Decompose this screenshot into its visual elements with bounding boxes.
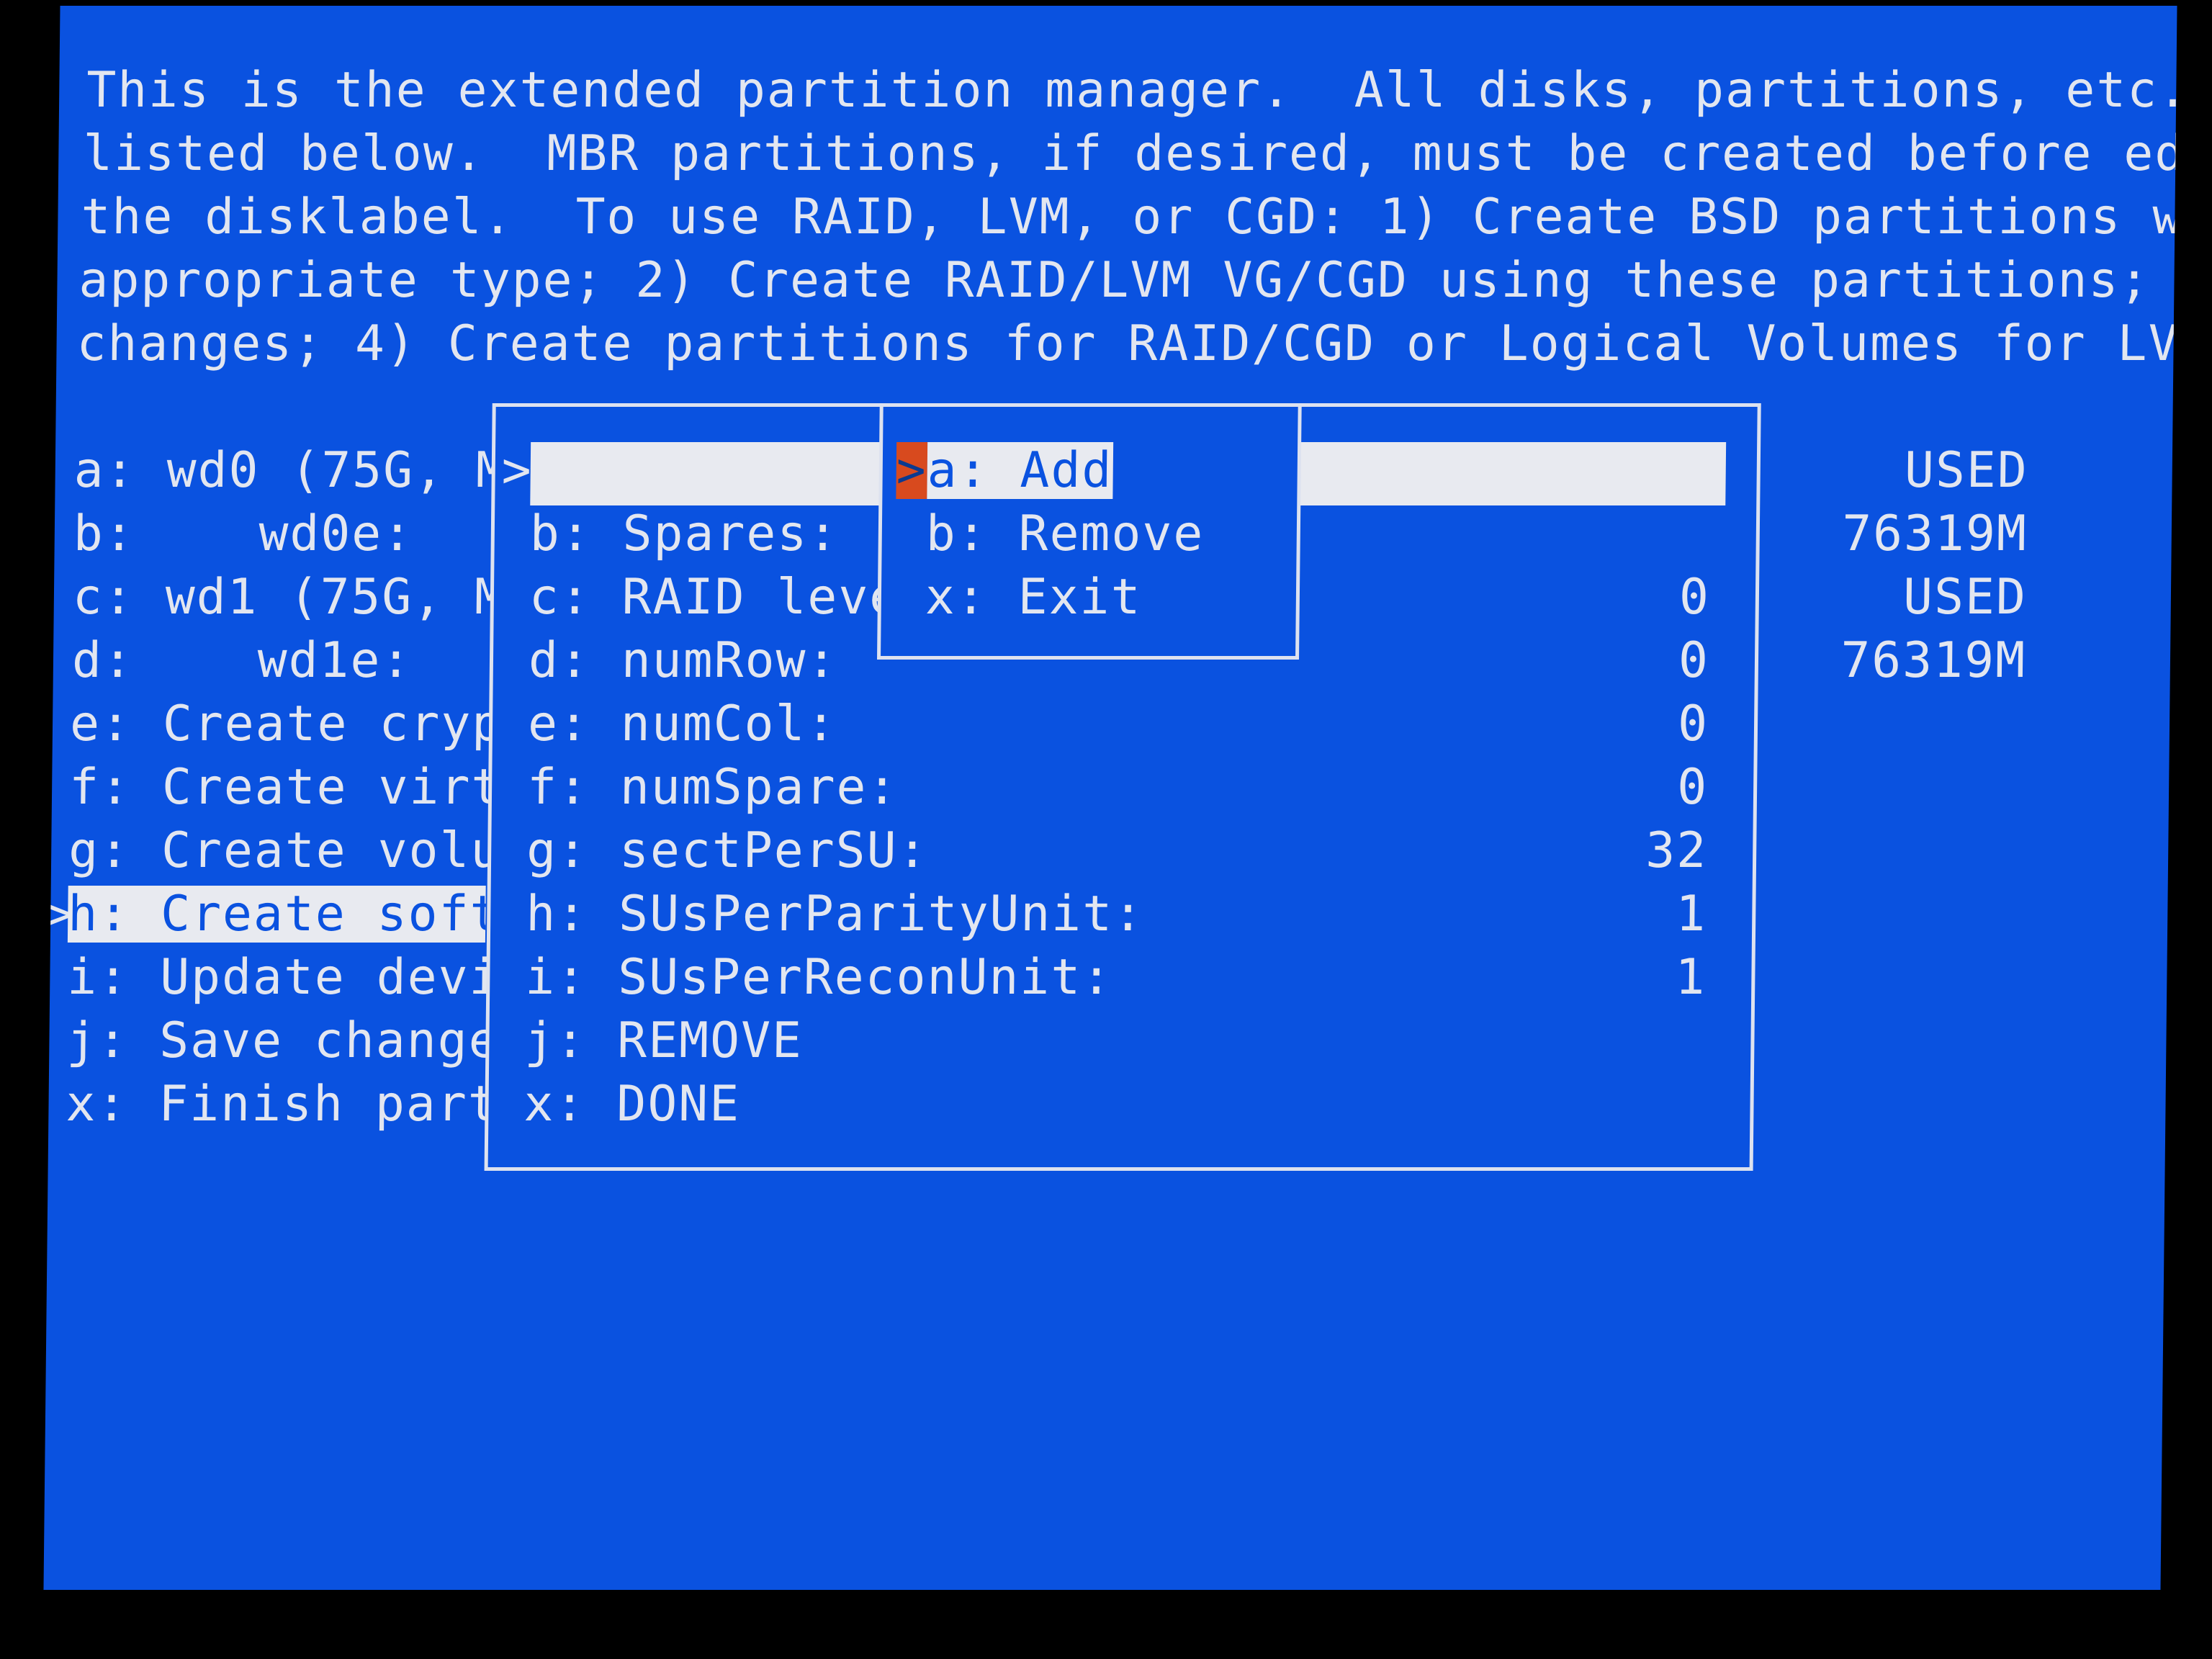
raid-item-susperreconunit[interactable]: i: SUsPerReconUnit: [525, 949, 1113, 1006]
raid-item-numcol[interactable]: e: numCol: [528, 696, 837, 752]
sectpersu-value: 32 [1645, 822, 1708, 879]
menu-item-e[interactable]: e: Create crypt [70, 696, 534, 752]
raid-item-sectpersu[interactable]: g: sectPerSU: [526, 822, 929, 879]
menu-item-b[interactable]: b: wd0e: [73, 505, 413, 562]
menu-item-j[interactable]: j: Save changes [66, 1012, 531, 1069]
raid-menu-cursor-icon: > [501, 442, 532, 499]
installer-screen: This is the extended partition manager. … [43, 6, 2177, 1590]
intro-line-3: the disklabel. To use RAID, LVM, or CGD:… [81, 189, 2177, 246]
raid-item-numrow[interactable]: d: numRow: [529, 632, 838, 689]
raid-item-raid-level[interactable]: c: RAID level [529, 569, 932, 626]
menu-item-a[interactable]: a: wd0 (75G, Ma [73, 442, 538, 499]
raid-item-numspare[interactable]: f: numSpare: [527, 759, 899, 816]
menu-item-c[interactable]: c: wd1 (75G, Ma [73, 569, 537, 626]
susperparityunit-value: 1 [1675, 886, 1707, 943]
raid-level-value: 0 [1678, 569, 1711, 626]
disk-submenu-cursor-icon: > [896, 442, 928, 499]
intro-line-2: listed below. MBR partitions, if desired… [82, 125, 2177, 182]
status-used-wd0: USED [1904, 442, 2029, 499]
numrow-value: 0 [1678, 632, 1710, 689]
menu-item-i[interactable]: i: Update devic [67, 949, 531, 1006]
disk-item-remove[interactable]: b: Remove [925, 505, 1204, 562]
menu-item-g[interactable]: g: Create volum [68, 822, 533, 879]
size-wd0e: 76319M [1841, 505, 2028, 562]
numcol-value: 0 [1677, 696, 1709, 752]
intro-line-4: appropriate type; 2) Create RAID/LVM VG/… [78, 252, 2177, 309]
raid-item-suspserparityunit[interactable]: h: SUsPerParityUnit: [526, 886, 1145, 943]
disk-item-add-selected[interactable]: >a: Add [896, 442, 1113, 499]
raid-item-spares[interactable]: b: Spares: [529, 505, 839, 562]
intro-line-1: This is the extended partition manager. … [86, 62, 2177, 119]
intro-line-5: changes; 4) Create partitions for RAID/C… [76, 315, 2177, 372]
menu-item-x[interactable]: x: Finish parti [66, 1076, 530, 1133]
raid-item-remove[interactable]: j: REMOVE [524, 1012, 803, 1069]
size-wd1e: 76319M [1840, 632, 2027, 689]
numspare-value: 0 [1676, 759, 1709, 816]
menu-item-f[interactable]: f: Create virtu [69, 759, 534, 816]
susperreconunit-value: 1 [1675, 949, 1707, 1006]
status-used-wd1: USED [1902, 569, 2028, 626]
raid-item-done[interactable]: x: DONE [523, 1076, 740, 1133]
disk-item-exit[interactable]: x: Exit [925, 569, 1142, 626]
menu-item-h-selected[interactable]: h: Create softw [67, 886, 486, 943]
disk-item-add-label: a: Add [927, 442, 1113, 499]
menu-item-d[interactable]: d: wd1e: [72, 632, 413, 689]
